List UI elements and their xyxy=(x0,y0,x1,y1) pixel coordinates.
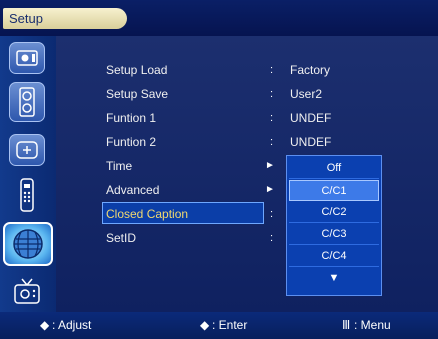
scroll-down-icon[interactable]: ▼ xyxy=(289,268,379,289)
picture-icon[interactable] xyxy=(9,42,45,74)
setup-icon[interactable] xyxy=(9,134,45,166)
menu-row-setup-load[interactable]: Setup Load : Factory xyxy=(56,58,436,82)
menu-label: Closed Caption xyxy=(106,207,189,221)
menu-value: UNDEF xyxy=(290,111,332,125)
dropdown-option[interactable]: C/C2 xyxy=(289,202,379,223)
separator: : xyxy=(270,112,274,124)
separator: : xyxy=(270,64,274,76)
menu-label: SetID xyxy=(106,231,137,245)
leftright-arrow-icon: ◆ xyxy=(200,318,210,332)
dropdown-option[interactable]: Off xyxy=(289,158,379,179)
menu-value: UNDEF xyxy=(290,135,332,149)
menu-label: Setup Load xyxy=(106,63,168,77)
menu-label: Funtion 1 xyxy=(106,111,157,125)
menu-row-funtion-2[interactable]: Funtion 2 : UNDEF xyxy=(56,130,436,154)
tv-icon[interactable] xyxy=(9,274,45,310)
menu-row-funtion-1[interactable]: Funtion 1 : UNDEF xyxy=(56,106,436,130)
separator: : xyxy=(270,88,274,100)
menu-label: Advanced xyxy=(106,183,160,197)
title-bar: Setup xyxy=(0,0,438,36)
updown-arrow-icon: ◆ xyxy=(40,318,50,332)
separator: : xyxy=(270,136,274,148)
caption-dropdown[interactable]: Off C/C1 C/C2 C/C3 C/C4 ▼ xyxy=(286,155,382,296)
menu-row-setup-save[interactable]: Setup Save : User2 xyxy=(56,82,436,106)
adjust-hint: : Adjust xyxy=(52,318,92,332)
remote-icon[interactable] xyxy=(9,174,45,216)
setup-menu: Setup Load : Factory Setup Save : User2 … xyxy=(56,36,438,312)
menu-label: Setup Save xyxy=(106,87,169,101)
enter-hint: : Enter xyxy=(212,318,248,332)
footer-hints: ◆ : Adjust ◆ : Enter Ⅲ : Menu xyxy=(0,312,438,339)
speaker-icon[interactable] xyxy=(9,82,45,122)
dropdown-option[interactable]: C/C4 xyxy=(289,246,379,267)
submenu-arrow-icon: ► xyxy=(265,184,275,195)
menu-label: Funtion 2 xyxy=(106,135,157,149)
sidebar xyxy=(0,36,56,312)
menu-value: User2 xyxy=(290,87,323,101)
menu-button-icon: Ⅲ xyxy=(342,318,351,332)
dropdown-option-selected[interactable]: C/C1 xyxy=(289,180,379,201)
separator: : xyxy=(270,232,274,244)
dropdown-option[interactable]: C/C3 xyxy=(289,224,379,245)
menu-hint: : Menu xyxy=(354,318,391,332)
separator: : xyxy=(270,208,274,220)
globe-icon[interactable] xyxy=(3,222,53,266)
submenu-arrow-icon: ► xyxy=(265,160,275,171)
menu-value: Factory xyxy=(290,63,331,77)
menu-label: Time xyxy=(106,159,133,173)
tab-setup[interactable]: Setup xyxy=(3,8,127,29)
